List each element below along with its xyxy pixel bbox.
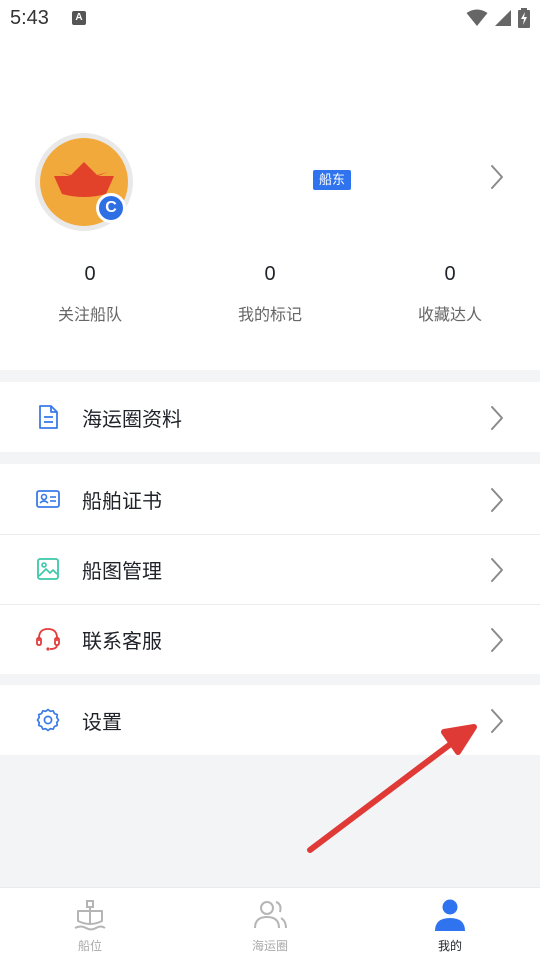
- tab-label: 我的: [437, 939, 462, 953]
- menu-group-settings: 设置: [0, 685, 540, 755]
- chevron-right-icon: [491, 488, 503, 512]
- tab-bar: 船位 海运圈 我的: [0, 887, 540, 960]
- stat-saved-experts[interactable]: 0 收藏达人: [380, 258, 520, 325]
- ship-icon: [74, 900, 106, 931]
- chevron-right-icon: [491, 709, 503, 733]
- tab-label: 海运圈: [251, 939, 288, 953]
- menu-item-ship-certificate[interactable]: 船舶证书: [0, 464, 540, 534]
- stat-label: 关注船队: [57, 307, 122, 324]
- gear-icon: [35, 707, 61, 733]
- users-icon: [254, 901, 287, 929]
- menu-group-ship: 船舶证书 船图管理 联系客服: [0, 464, 540, 674]
- notification-icon: A: [72, 11, 86, 25]
- menu-label: 海运圈资料: [82, 408, 182, 431]
- chevron-right-icon: [491, 558, 503, 582]
- verified-badge: C: [96, 193, 126, 223]
- menu-group-profile: 海运圈资料: [0, 382, 540, 452]
- stat-label: 收藏达人: [417, 307, 482, 324]
- tab-shipping-circle[interactable]: 海运圈: [180, 888, 360, 960]
- chevron-right-icon: [491, 628, 503, 652]
- role-tag: 船东: [313, 170, 352, 190]
- chevron-right-icon[interactable]: [488, 163, 506, 191]
- stat-value: 0: [84, 263, 96, 285]
- menu-item-ship-photo-management[interactable]: 船图管理: [0, 534, 540, 604]
- stat-value: 0: [444, 263, 456, 285]
- tab-label: 船位: [77, 939, 102, 953]
- status-icons: [466, 6, 530, 30]
- menu-item-customer-service[interactable]: 联系客服: [0, 604, 540, 674]
- tab-ship-position[interactable]: 船位: [0, 888, 180, 960]
- menu-label: 设置: [82, 711, 122, 734]
- wifi-icon: [466, 9, 488, 26]
- profile-card[interactable]: C 船东 0 关注船队 0 我的标记 0 收藏达人: [0, 38, 540, 370]
- menu-label: 联系客服: [82, 630, 162, 653]
- document-icon: [35, 404, 61, 430]
- stat-my-marks[interactable]: 0 我的标记: [200, 258, 340, 325]
- image-icon: [35, 556, 61, 582]
- status-time: 5:43: [10, 7, 49, 29]
- menu-label: 船舶证书: [82, 490, 162, 513]
- stat-value: 0: [264, 263, 276, 285]
- id-card-icon: [35, 486, 61, 512]
- stat-label: 我的标记: [237, 307, 302, 324]
- battery-icon: [518, 8, 530, 28]
- person-icon: [435, 899, 465, 931]
- headset-icon: [35, 626, 61, 652]
- stat-followed-fleets[interactable]: 0 关注船队: [20, 258, 160, 325]
- chevron-right-icon: [491, 406, 503, 430]
- menu-item-settings[interactable]: 设置: [0, 685, 540, 755]
- menu-item-shipping-profile[interactable]: 海运圈资料: [0, 382, 540, 452]
- menu-label: 船图管理: [82, 560, 162, 583]
- status-bar: 5:43 A: [0, 0, 540, 38]
- tab-mine[interactable]: 我的: [360, 888, 540, 960]
- signal-icon: [495, 10, 511, 26]
